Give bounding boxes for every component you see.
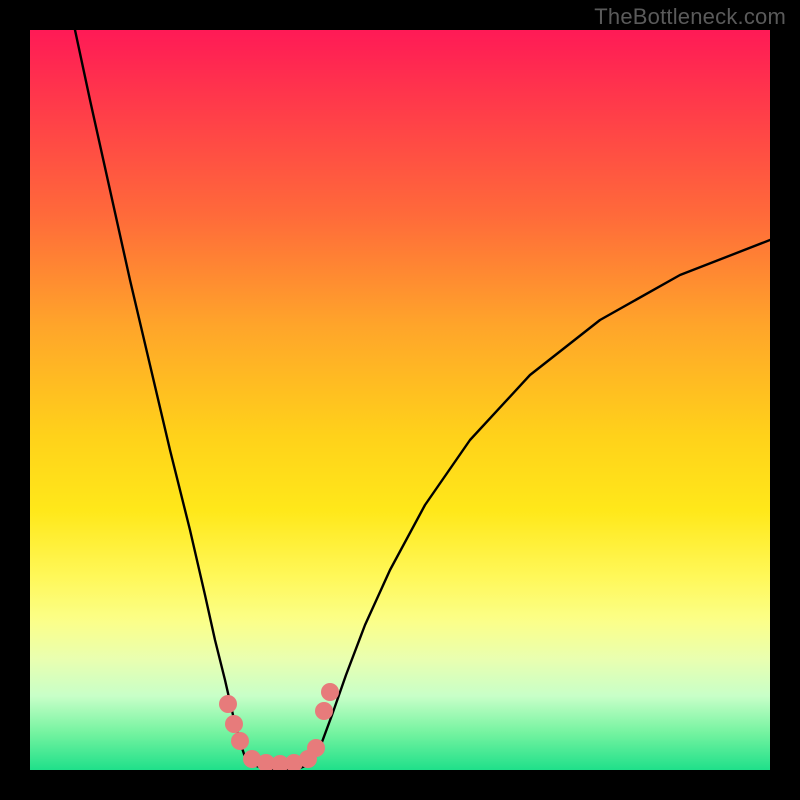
watermark-text: TheBottleneck.com bbox=[594, 4, 786, 30]
bottleneck-curve bbox=[75, 30, 770, 769]
basin-dot bbox=[231, 732, 249, 750]
curve-group bbox=[75, 30, 770, 770]
basin-dot bbox=[307, 739, 325, 757]
basin-dot bbox=[219, 695, 237, 713]
plot-area bbox=[30, 30, 770, 770]
outer-frame: TheBottleneck.com bbox=[0, 0, 800, 800]
basin-markers bbox=[219, 683, 339, 770]
basin-dot bbox=[225, 715, 243, 733]
curve-svg bbox=[30, 30, 770, 770]
basin-dot bbox=[315, 702, 333, 720]
basin-dot bbox=[321, 683, 339, 701]
